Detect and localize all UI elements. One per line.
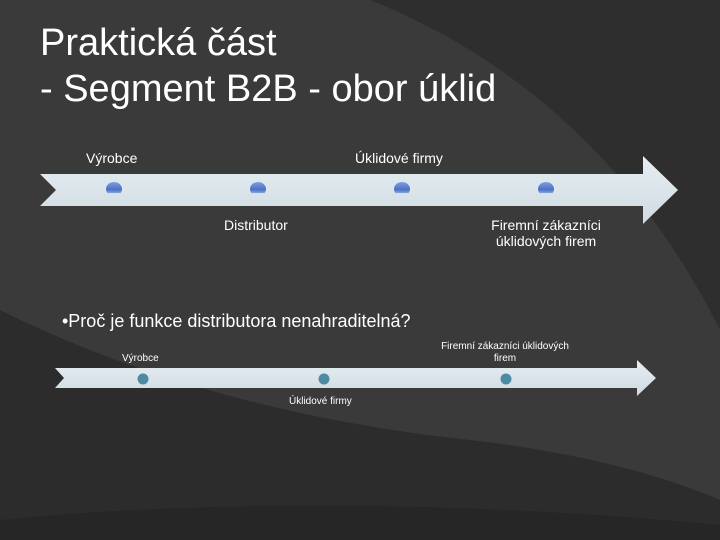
timeline2-dot-uklidove-firmy [318,373,330,385]
timeline1-label-firemni-line1: Firemní zákazníci [491,217,601,233]
timeline1-label-uklidove-firmy: Úklidové firmy [355,150,443,166]
timeline2-label-uklidove-firmy: Úklidové firmy [289,396,352,407]
timeline2-label-vyrobce: Výrobce [122,353,159,364]
timeline1-label-vyrobce: Výrobce [86,150,138,166]
timeline1-label-firemni-line2: úklidových firem [495,233,597,249]
timeline2-label-firemni-line1: Firemní zákazníci úklidových [441,341,569,352]
timeline2-label-firemni: Firemní zákazníci úklidových firem [430,341,580,365]
slide: Praktická část - Segment B2B - obor úkli… [0,0,720,540]
timeline1-label-firemni: Firemní zákazníci úklidových firem [476,217,616,249]
timeline1-label-distributor: Distributor [224,217,288,233]
timeline2-dot-vyrobce [137,373,149,385]
timeline-graphics [40,156,678,396]
timeline2-dot-firemni [500,373,512,385]
bullet-question: •Proč je funkce distributora nenahradite… [62,311,411,331]
timeline1-dot-vyrobce [106,182,122,196]
timeline1-dot-uklidove-firmy [394,182,410,196]
timeline1-dot-firemni [538,182,554,196]
timeline2-label-firemni-line2: firem [493,353,517,364]
timeline1-arrow [40,156,678,224]
timeline1-dot-distributor [250,182,266,196]
